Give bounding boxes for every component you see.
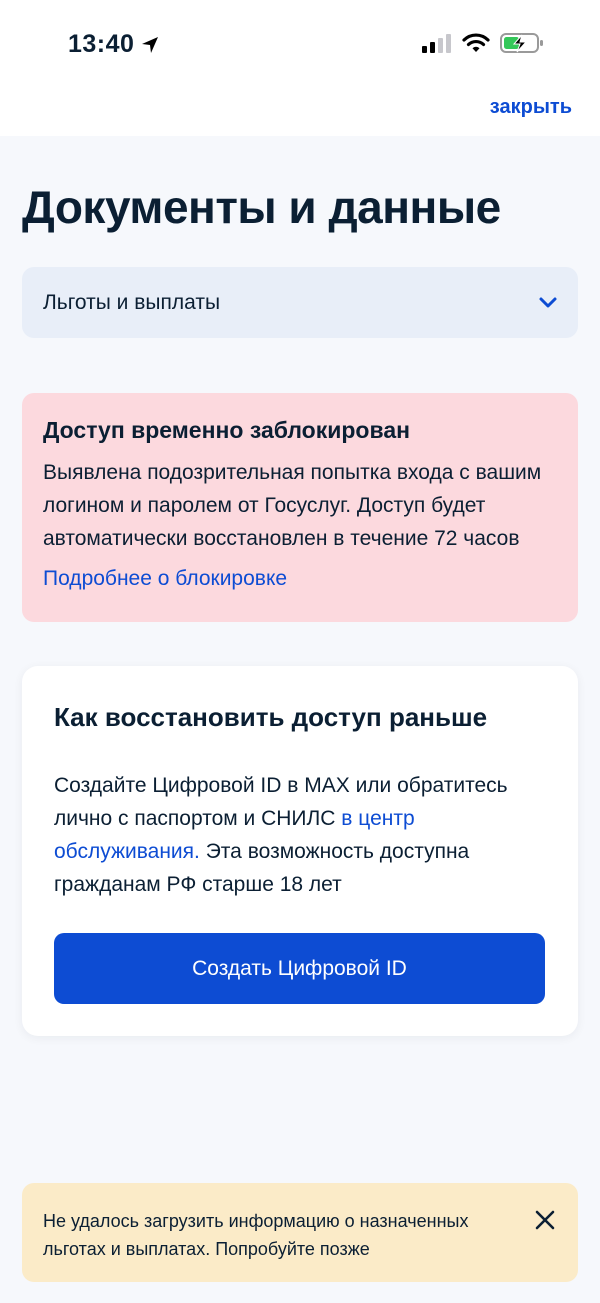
alert-text: Выявлена подозрительная попытка входа с … <box>43 461 542 550</box>
page-title: Документы и данные <box>22 181 501 233</box>
dropdown-selected-label: Льготы и выплаты <box>43 290 221 314</box>
card-text: Создайте Цифровой ID в MAX или обратитес… <box>54 769 546 901</box>
battery-charging-icon <box>500 33 543 53</box>
top-bar: закрыть <box>0 88 600 136</box>
create-digital-id-button[interactable]: Создать Цифровой ID <box>54 933 545 1004</box>
status-icons <box>422 32 544 54</box>
status-bar: 13:40 <box>0 0 600 88</box>
toast-text: Не удалось загрузить информацию о назнач… <box>43 1211 469 1259</box>
access-blocked-alert: Доступ временно заблокирован Выявлена по… <box>22 393 578 622</box>
card-title: Как восстановить доступ раньше <box>54 702 488 732</box>
error-toast: Не удалось загрузить информацию о назнач… <box>22 1183 578 1282</box>
signal-icon <box>422 34 451 53</box>
card-text-before: Создайте Цифровой ID в MAX или обратитес… <box>54 774 508 830</box>
restore-access-card: Как восстановить доступ раньше Создайте … <box>22 666 578 1036</box>
status-time: 13:40 <box>68 30 160 59</box>
blocking-details-link[interactable]: Подробнее о блокировке <box>43 567 287 591</box>
status-time-text: 13:40 <box>68 30 135 58</box>
location-arrow-icon <box>142 36 159 53</box>
wifi-icon <box>462 33 490 52</box>
alert-title: Доступ временно заблокирован <box>43 417 411 443</box>
category-dropdown[interactable]: Льготы и выплаты <box>22 267 578 338</box>
close-link[interactable]: закрыть <box>490 96 572 119</box>
close-icon[interactable] <box>532 1207 558 1233</box>
chevron-down-icon <box>539 297 557 307</box>
